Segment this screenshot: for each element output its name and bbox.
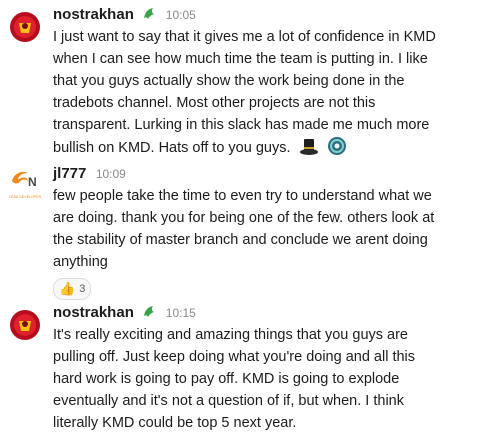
timestamp[interactable]: 10:05 [166, 8, 196, 22]
message-text-content: I just want to say that it gives me a lo… [53, 29, 436, 156]
timestamp[interactable]: 10:15 [166, 306, 196, 320]
timestamp[interactable]: 10:09 [96, 167, 126, 181]
reaction-thumbs-up[interactable]: 👍 3 [53, 278, 92, 300]
dragon-status-icon [142, 303, 156, 317]
komodo-coin-icon [327, 136, 347, 163]
message-text: It's really exciting and amazing things … [53, 327, 416, 431]
message-text: few people take the time to even try to … [53, 188, 435, 270]
top-hat-icon [299, 138, 319, 163]
avatar-jl777[interactable]: N LEAD DEVELOPER [8, 167, 42, 201]
svg-text:N: N [28, 175, 37, 189]
author-name[interactable]: nostrakhan [53, 6, 134, 23]
reaction-count: 3 [79, 283, 86, 295]
dragon-status-icon [142, 5, 156, 19]
avatar-caption: LEAD DEVELOPER [9, 195, 42, 199]
avatar-nostrakhan[interactable] [8, 308, 42, 342]
author-name[interactable]: jl777 [53, 165, 86, 182]
message-text: I just want to say that it gives me a lo… [53, 26, 473, 163]
thumbs-up-icon: 👍 [59, 281, 76, 296]
author-name[interactable]: nostrakhan [53, 304, 134, 321]
avatar-nostrakhan[interactable] [8, 10, 42, 44]
